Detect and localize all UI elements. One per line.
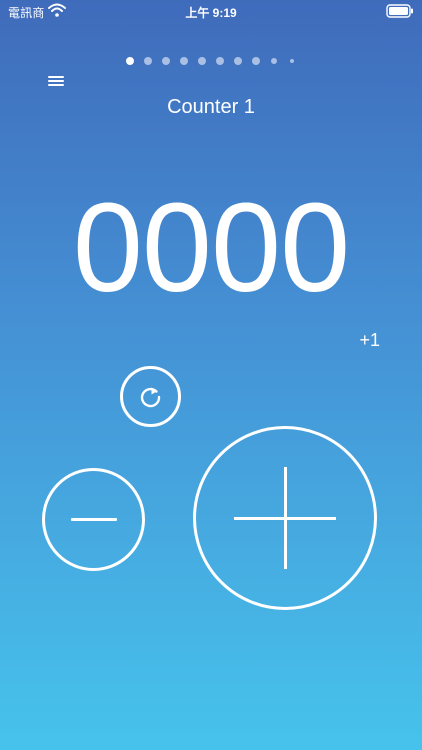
page-dot — [162, 57, 170, 65]
page-dot — [271, 58, 277, 64]
step-label[interactable]: +1 — [359, 330, 380, 351]
page-dot — [234, 57, 242, 65]
reset-button[interactable] — [120, 366, 181, 427]
increment-button[interactable] — [193, 426, 377, 610]
counter-title[interactable]: Counter 1 — [0, 96, 422, 119]
count-display: 0000 — [72, 177, 350, 318]
minus-icon — [71, 518, 117, 521]
status-time: 上午 9:19 — [185, 6, 237, 20]
page-indicator[interactable] — [0, 56, 422, 66]
refresh-icon — [140, 387, 160, 407]
counter-screen: 電訊商 上午 9:19 Counter 1 0000 +1 — [0, 0, 422, 750]
battery-icon — [386, 4, 413, 18]
menu-button[interactable] — [44, 72, 68, 92]
status-bar: 電訊商 上午 9:19 — [0, 0, 422, 24]
decrement-button[interactable] — [42, 468, 145, 571]
page-dot — [252, 57, 260, 65]
page-dot — [180, 57, 188, 65]
page-dot — [198, 57, 206, 65]
page-dot — [126, 57, 134, 65]
page-dot — [216, 57, 224, 65]
page-dot — [144, 57, 152, 65]
page-dot — [290, 59, 294, 63]
